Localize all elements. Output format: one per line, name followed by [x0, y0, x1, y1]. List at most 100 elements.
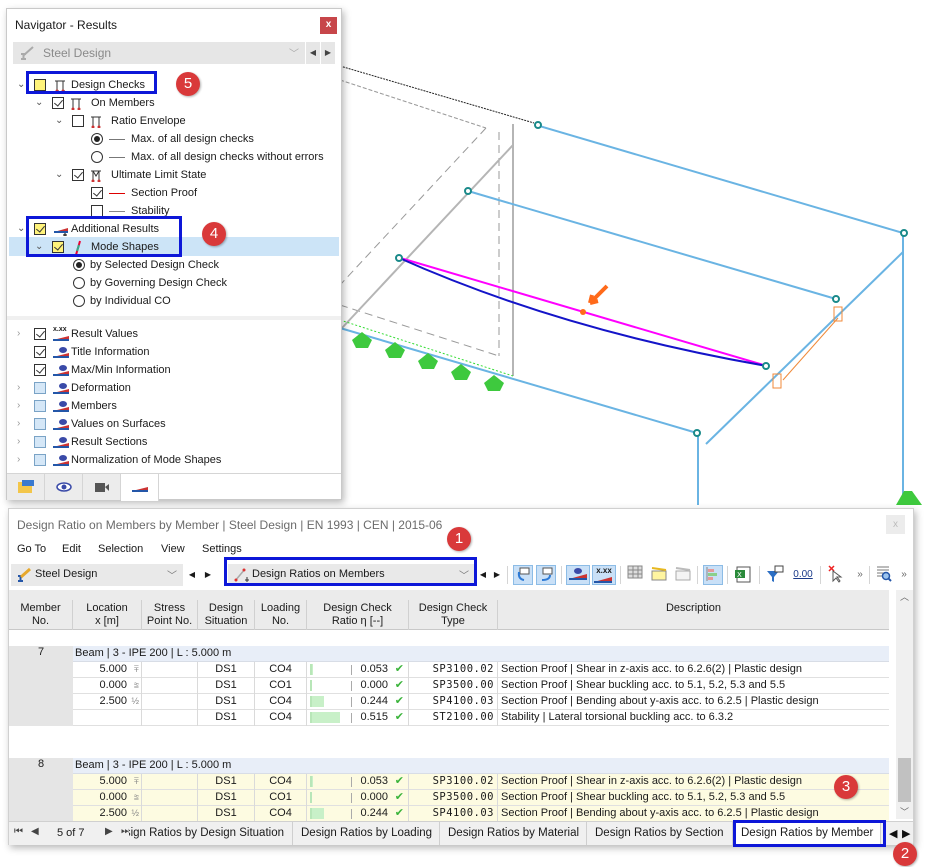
result-sections-checkbox[interactable]: [34, 436, 46, 448]
deselect-button[interactable]: [825, 565, 845, 585]
values-on-surfaces-checkbox[interactable]: [34, 418, 46, 430]
collapse-chevron-icon[interactable]: ⌄: [35, 94, 45, 112]
column-header-loading[interactable]: Loading No.: [255, 600, 307, 630]
next-table-button[interactable]: ▶: [491, 565, 503, 585]
sheet-tab[interactable]: Design Ratios by Material: [440, 822, 587, 845]
display-eye-icon: [53, 383, 69, 394]
decimal-format-button[interactable]: 0.00: [790, 565, 816, 585]
expand-chevron-icon[interactable]: ›: [17, 433, 27, 451]
table-link-button[interactable]: [649, 565, 669, 585]
ratio-bar-cell: [307, 694, 352, 710]
prev-module-button[interactable]: ◀: [185, 565, 199, 585]
column-header-stress-point[interactable]: Stress Point No.: [142, 600, 198, 630]
member-group-header[interactable]: Beam | 3 - IPE 200 | L : 5.000 m: [73, 646, 889, 662]
design-check-icon: [91, 116, 101, 128]
column-header-location[interactable]: Location x [m]: [73, 600, 142, 630]
toolbar-overflow-button[interactable]: »: [853, 565, 867, 585]
filter-button[interactable]: [765, 565, 785, 585]
by-governing-radio[interactable]: [73, 277, 85, 289]
title-information-checkbox[interactable]: [34, 346, 46, 358]
result-sections-label: Result Sections: [71, 436, 148, 448]
on-members-checkbox[interactable]: [52, 97, 64, 109]
result-values-button[interactable]: x.xx: [592, 565, 616, 585]
select-in-model-button[interactable]: [513, 565, 533, 585]
expand-chevron-icon[interactable]: ›: [17, 451, 27, 469]
column-header-check-type[interactable]: Design Check Type: [409, 600, 498, 630]
by-selected-radio[interactable]: [73, 259, 85, 271]
sheet-tab[interactable]: Design Ratios by Section: [587, 822, 733, 845]
max-all-no-errors-radio[interactable]: [91, 151, 103, 163]
table-close-button[interactable]: x: [886, 515, 905, 534]
member-number-cell[interactable]: 7: [9, 646, 73, 726]
table-row[interactable]: 5.000 ⩱ DS1 CO4 0.053 ✔ SP3100.02 Section Proof…: [73, 662, 889, 678]
next-module-button[interactable]: ▶: [201, 565, 215, 585]
table-row[interactable]: DS1 CO4 0.515 ✔ ST2100.00 Stability | Lateral…: [73, 710, 889, 726]
menu-settings[interactable]: Settings: [202, 543, 242, 555]
tab-display[interactable]: [45, 474, 83, 500]
table-row[interactable]: 0.000 ⩰ DS1 CO1 0.000 ✔ SP3500.00 Section Proof…: [73, 678, 889, 694]
navigator-close-button[interactable]: x: [320, 17, 337, 34]
next-page-button[interactable]: ▶: [105, 826, 113, 837]
decimal-format-text: 0.00: [793, 569, 813, 580]
tab-data[interactable]: [7, 474, 45, 500]
toolbar-overflow-button[interactable]: »: [897, 565, 911, 585]
menu-view[interactable]: View: [161, 543, 185, 555]
deformation-checkbox[interactable]: [34, 382, 46, 394]
table-unlink-button[interactable]: [673, 565, 693, 585]
select-in-table-button[interactable]: [536, 565, 556, 585]
table-view-button[interactable]: [625, 565, 645, 585]
tab-scroll-left-icon[interactable]: ◀: [889, 827, 897, 840]
export-excel-button[interactable]: X: [733, 565, 753, 585]
scrollbar-thumb[interactable]: [898, 758, 911, 802]
search-button[interactable]: [874, 565, 894, 585]
vertical-scrollbar[interactable]: ︿ ﹀: [896, 590, 913, 819]
expand-chevron-icon[interactable]: ›: [17, 397, 27, 415]
ratio-envelope-checkbox[interactable]: [72, 115, 84, 127]
members-checkbox[interactable]: [34, 400, 46, 412]
expand-chevron-icon[interactable]: ›: [17, 379, 27, 397]
by-selected-label: by Selected Design Check: [90, 259, 220, 271]
column-header-ratio[interactable]: Design Check Ratio η [--]: [307, 600, 409, 630]
scroll-up-icon[interactable]: ︿: [896, 590, 913, 604]
column-header-line: Situation: [204, 615, 248, 627]
result-values-checkbox[interactable]: [34, 328, 46, 340]
max-all-radio[interactable]: [91, 133, 103, 145]
normalization-checkbox[interactable]: [34, 454, 46, 466]
member-group-header[interactable]: Beam | 3 - IPE 200 | L : 5.000 m: [73, 758, 889, 774]
uls-checkbox[interactable]: [72, 169, 84, 181]
prev-module-button[interactable]: ◀: [306, 42, 320, 64]
collapse-chevron-icon[interactable]: ⌄: [55, 166, 65, 184]
first-page-button[interactable]: ⏮: [14, 826, 23, 837]
bar-chart-button[interactable]: [703, 565, 723, 585]
table-row[interactable]: 0.000 ⩰ DS1 CO1 0.000 ✔ SP3500.00 Section Proof…: [73, 790, 889, 806]
column-header-member[interactable]: Member No.: [9, 600, 73, 630]
description-cell: Section Proof | Shear buckling acc. to 5…: [498, 678, 889, 694]
table-row[interactable]: 2.500 ½ DS1 CO4 0.244 ✔ SP4100.03 Section Proof…: [73, 694, 889, 710]
expand-chevron-icon[interactable]: ›: [17, 325, 27, 343]
design-situation-cell: DS1: [198, 678, 255, 694]
section-proof-checkbox[interactable]: [91, 187, 103, 199]
column-header-design-situation[interactable]: Design Situation: [198, 600, 255, 630]
display-results-button[interactable]: [566, 565, 590, 585]
navigator-module-combo[interactable]: Steel Design ﹀: [13, 42, 305, 64]
menu-goto[interactable]: Go To: [17, 543, 46, 555]
maxmin-information-checkbox[interactable]: [34, 364, 46, 376]
sheet-tab[interactable]: Design Ratios by Design Situation: [129, 822, 293, 845]
prev-page-button[interactable]: ◀: [31, 826, 39, 837]
table-module-combo[interactable]: Steel Design ﹀: [11, 564, 183, 586]
menu-selection[interactable]: Selection: [98, 543, 143, 555]
collapse-chevron-icon[interactable]: ⌄: [55, 112, 65, 130]
column-header-description[interactable]: Description: [498, 600, 889, 630]
menu-edit[interactable]: Edit: [62, 543, 81, 555]
tab-views[interactable]: [83, 474, 121, 500]
sheet-tab[interactable]: Design Ratios by Loading: [293, 822, 440, 845]
expand-chevron-icon[interactable]: ›: [17, 415, 27, 433]
navigator-titlebar[interactable]: Navigator - Results x: [7, 9, 341, 41]
by-individual-radio[interactable]: [73, 295, 85, 307]
tab-results[interactable]: [121, 474, 159, 501]
tab-scroll-right-icon[interactable]: ▶: [902, 827, 910, 840]
table-row[interactable]: 5.000 ⩱ DS1 CO4 0.053 ✔ SP3100.02 Section Proof…: [73, 774, 889, 790]
next-module-button[interactable]: ▶: [321, 42, 335, 64]
scroll-down-icon[interactable]: ﹀: [896, 805, 913, 819]
prev-table-button[interactable]: ◀: [477, 565, 489, 585]
